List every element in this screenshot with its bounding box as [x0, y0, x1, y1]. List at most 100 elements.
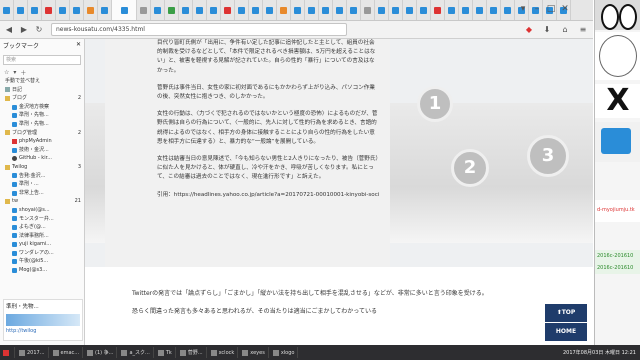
browser-tab[interactable]: [501, 0, 515, 20]
browser-tab[interactable]: [249, 0, 263, 20]
back-icon[interactable]: ◀: [3, 24, 15, 36]
taskbar-item-label: xclock: [218, 349, 235, 356]
browser-tab[interactable]: [98, 0, 112, 20]
bookmark-item[interactable]: 非常上告...: [0, 189, 84, 198]
browser-tab[interactable]: [361, 0, 375, 20]
browser-tab[interactable]: [221, 0, 235, 20]
browser-tab[interactable]: [207, 0, 221, 20]
bookmark-star-icon[interactable]: ☆: [4, 69, 9, 76]
bookmark-item[interactable]: ワンダレアの...: [0, 249, 84, 258]
new-folder-icon[interactable]: ＋: [20, 68, 26, 77]
taskbar-item[interactable]: emac...: [50, 347, 84, 358]
bookmark-item[interactable]: 技術・金沢...: [0, 146, 84, 155]
browser-tab[interactable]: [375, 0, 389, 20]
folder-icon: [5, 199, 10, 205]
browser-tab[interactable]: [14, 0, 28, 20]
bookmark-label: 準刑・...: [19, 181, 39, 188]
bookmark-folder[interactable]: tw 21: [0, 197, 84, 206]
browser-tab[interactable]: [56, 0, 70, 20]
bookmark-label: モンスター弁...: [19, 215, 54, 222]
taskbar-item[interactable]: xeyes: [239, 347, 269, 358]
quote-paragraph: 目代り皆町氏側が「出用に、争件有い定した記事に追仲記したと主として、組員の社会的…: [157, 40, 376, 74]
bookmark-item[interactable]: phpMyAdmin: [0, 137, 84, 146]
browser-tab[interactable]: [277, 0, 291, 20]
taskbar-item[interactable]: xlogo: [270, 347, 299, 358]
bookmark-item[interactable]: Mog(@s3...: [0, 266, 84, 275]
home-button[interactable]: HOME: [544, 322, 588, 342]
bookmark-folder[interactable]: Twilog 3: [0, 163, 84, 172]
bookmark-item[interactable]: 告発:金沢...: [0, 172, 84, 181]
browser-tab[interactable]: [389, 0, 403, 20]
bookmark-item[interactable]: 準刑・先物...: [0, 120, 84, 129]
bookmark-item[interactable]: モンスター弁...: [0, 215, 84, 224]
browser-tab[interactable]: [42, 0, 56, 20]
taskbar-item[interactable]: Tk: [155, 347, 176, 358]
bookmark-folder[interactable]: ブログ 2: [0, 94, 84, 103]
taskbar-item[interactable]: (1) 争...: [84, 347, 118, 358]
bookmark-item[interactable]: 準刑・先物...: [0, 111, 84, 120]
home-icon[interactable]: ⌂: [559, 24, 571, 36]
bookmark-item[interactable]: 準刑・...: [0, 180, 84, 189]
bookmark-item[interactable]: shoyai(@s...: [0, 206, 84, 215]
tab-favicon-icon: [378, 6, 385, 14]
browser-tab[interactable]: [417, 0, 431, 20]
back-to-top-button[interactable]: ⬆TOP: [544, 303, 588, 323]
browser-tab[interactable]: [84, 0, 98, 20]
start-menu-icon[interactable]: [0, 347, 15, 358]
bookmark-item[interactable]: よもぎ(@...: [0, 223, 84, 232]
browser-tab[interactable]: [151, 0, 165, 20]
tab-list-icon[interactable]: ▾: [518, 3, 528, 16]
browser-tab[interactable]: [305, 0, 319, 20]
bookmark-search-input[interactable]: 検索: [3, 55, 81, 65]
browser-tab[interactable]: [445, 0, 459, 20]
browser-tab[interactable]: [319, 0, 333, 20]
browser-tab[interactable]: [263, 0, 277, 20]
bookmark-item[interactable]: GitHub - kir...: [0, 154, 84, 163]
tab-favicon-icon: [238, 6, 245, 14]
browser-tab[interactable]: [0, 0, 14, 20]
bookmark-count: 2: [77, 129, 81, 136]
browser-tab[interactable]: [235, 0, 249, 20]
browser-tab[interactable]: [112, 0, 137, 20]
download-icon[interactable]: ⬇: [541, 24, 553, 36]
taskbar-item[interactable]: 2017...: [16, 347, 49, 358]
pocket-icon[interactable]: ◆: [523, 24, 535, 36]
twitter-icon: [12, 173, 17, 179]
bookmark-item[interactable]: 金沢地方検察: [0, 103, 84, 112]
browser-tab[interactable]: [333, 0, 347, 20]
tab-favicon-icon: [490, 6, 497, 14]
minimize-icon[interactable]: –: [532, 3, 542, 16]
browser-tab[interactable]: [70, 0, 84, 20]
close-icon[interactable]: ✕: [560, 3, 570, 16]
browser-tab[interactable]: [487, 0, 501, 20]
browser-tab[interactable]: [431, 0, 445, 20]
browser-tab[interactable]: [179, 0, 193, 20]
menu-icon[interactable]: ≡: [577, 24, 589, 36]
url-bar[interactable]: news-kousatu.com/4335.html: [51, 23, 347, 36]
forward-icon[interactable]: ▶: [18, 24, 30, 36]
browser-tab[interactable]: [28, 0, 42, 20]
sidebar-close-icon[interactable]: ✕: [76, 41, 81, 51]
browser-tab[interactable]: [347, 0, 361, 20]
browser-tab[interactable]: [193, 0, 207, 20]
taskbar-item[interactable]: 菅野...: [177, 347, 207, 358]
maximize-icon[interactable]: □: [546, 3, 556, 16]
bookmark-item[interactable]: 法律事務所...: [0, 232, 84, 241]
taskbar-item[interactable]: xclock: [208, 347, 239, 358]
browser-tab[interactable]: [473, 0, 487, 20]
browser-tab[interactable]: [403, 0, 417, 20]
browser-tab[interactable]: [165, 0, 179, 20]
browser-tab[interactable]: [291, 0, 305, 20]
browser-tab[interactable]: [459, 0, 473, 20]
bookmark-count: 2: [77, 95, 81, 102]
bookmark-item[interactable]: 手動で並べ替え: [0, 77, 84, 86]
bookmark-item[interactable]: yuji kigami...: [0, 240, 84, 249]
taskbar-item[interactable]: a_スク...: [118, 347, 154, 358]
bookmark-item[interactable]: 日記: [0, 86, 84, 95]
bookmark-folder[interactable]: ブログ管理 2: [0, 129, 84, 138]
browser-tab[interactable]: [137, 0, 151, 20]
reload-icon[interactable]: ↻: [33, 24, 45, 36]
bookmark-label: 手動で並べ替え: [5, 78, 41, 84]
bookmark-item[interactable]: 午後(@ki5...: [0, 257, 84, 266]
bookmark-menu-icon[interactable]: ▾: [13, 69, 16, 76]
